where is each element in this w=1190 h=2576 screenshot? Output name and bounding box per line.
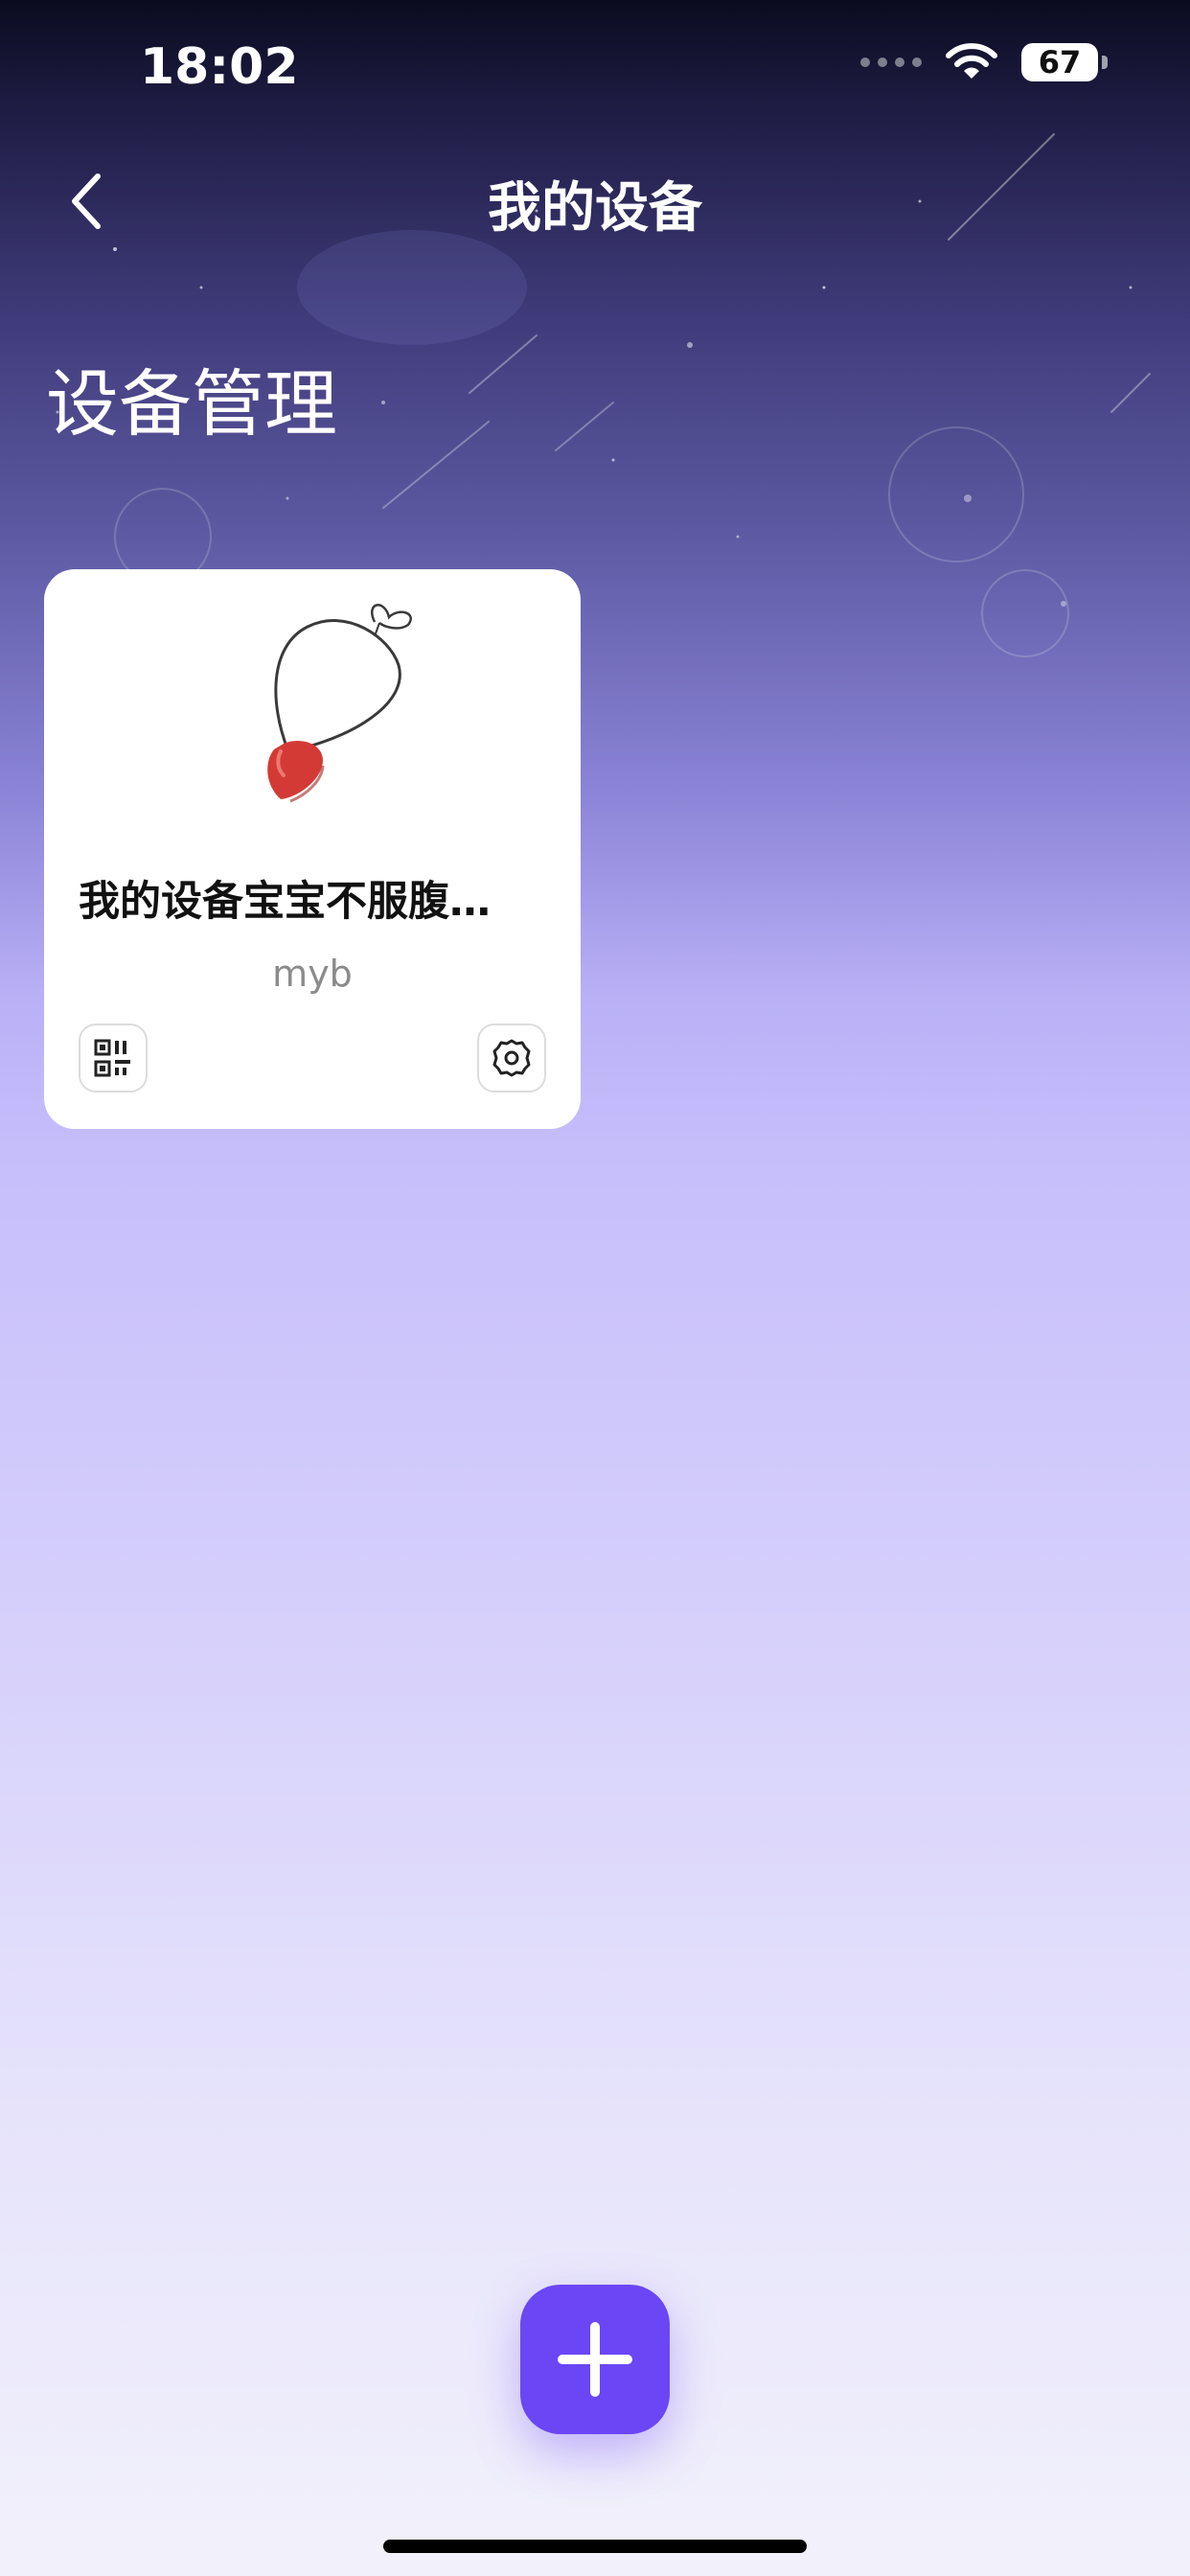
plus-icon bbox=[558, 2322, 632, 2397]
device-card[interactable]: 我的设备宝宝不服腹… myb bbox=[44, 569, 581, 1129]
section-title: 设备管理 bbox=[46, 361, 337, 447]
status-icons: 67 bbox=[860, 42, 1108, 82]
add-device-button[interactable] bbox=[520, 2285, 670, 2434]
gear-icon bbox=[492, 1039, 531, 1077]
wifi-icon bbox=[946, 43, 997, 79]
device-subtitle: myb bbox=[272, 953, 353, 995]
necklace-device-image bbox=[267, 604, 412, 803]
device-name: 我的设备宝宝不服腹… bbox=[79, 878, 491, 926]
cellular-signal-icon bbox=[860, 58, 922, 67]
status-time: 18:02 bbox=[140, 38, 299, 96]
battery-icon: 67 bbox=[1021, 43, 1108, 81]
home-indicator bbox=[383, 2540, 807, 2553]
qr-code-button[interactable] bbox=[79, 1024, 148, 1092]
settings-button[interactable] bbox=[477, 1024, 546, 1092]
qr-code-icon bbox=[94, 1039, 130, 1077]
page-title: 我的设备 bbox=[488, 177, 702, 240]
